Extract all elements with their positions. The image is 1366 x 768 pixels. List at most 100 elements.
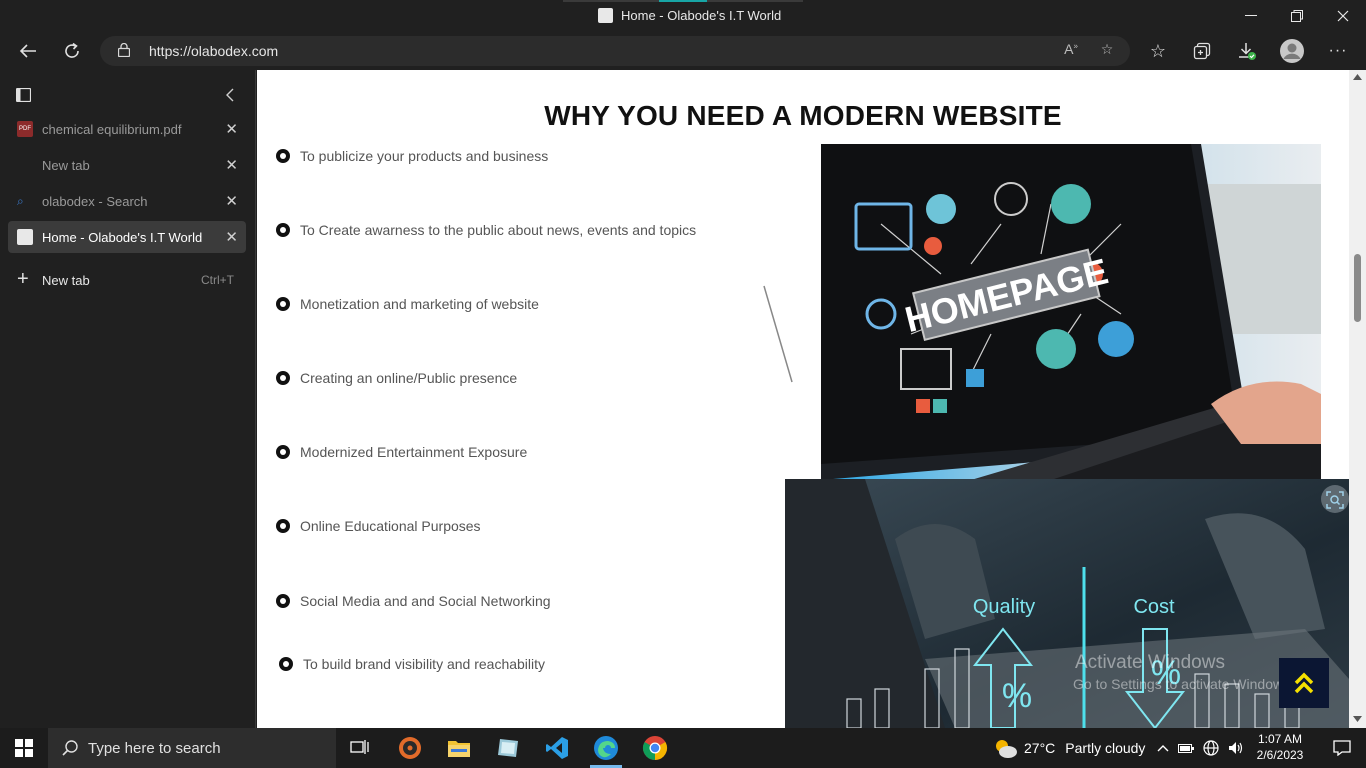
list-item-text: To build brand visibility and reachabili… <box>303 656 546 672</box>
refresh-button[interactable] <box>54 32 90 70</box>
scroll-up-icon[interactable] <box>1353 74 1362 80</box>
minimize-icon <box>1245 15 1257 16</box>
tab-chemical-equilibrium[interactable]: PDF chemical equilibrium.pdf ✕ <box>8 113 246 145</box>
add-favorite-icon[interactable]: ☆ <box>1096 41 1118 61</box>
collections-button[interactable] <box>1184 32 1220 70</box>
close-tab-icon[interactable]: ✕ <box>225 192 238 210</box>
bullet-icon <box>276 149 290 163</box>
decorative-line <box>763 285 793 383</box>
back-arrow-icon <box>19 44 36 58</box>
tab-label: New tab <box>42 157 90 173</box>
bullet-icon <box>276 594 290 608</box>
taskbar-file-explorer[interactable] <box>435 728 483 768</box>
close-tab-icon[interactable]: ✕ <box>225 228 238 246</box>
close-window-button[interactable] <box>1320 0 1366 32</box>
list-item: Social Media and and Social Networking <box>276 593 551 609</box>
task-view-icon <box>350 740 369 754</box>
taskbar-edge[interactable] <box>582 728 630 768</box>
chevron-up-icon[interactable] <box>1157 744 1169 752</box>
list-item: To Create awarness to the public about n… <box>276 222 696 238</box>
tab-home-olabode[interactable]: Home - Olabode's I.T World ✕ <box>8 221 246 253</box>
tab-accent-line <box>563 0 803 2</box>
volume-icon[interactable] <box>1228 741 1244 755</box>
weather-description: Partly cloudy <box>1065 740 1146 756</box>
scroll-to-top-button[interactable] <box>1279 658 1329 708</box>
list-item: Modernized Entertainment Exposure <box>276 444 527 460</box>
close-tab-icon[interactable]: ✕ <box>225 120 238 138</box>
pdf-icon: PDF <box>17 121 33 137</box>
weather-widget[interactable]: 27°C Partly cloudy <box>992 728 1145 768</box>
battery-icon[interactable] <box>1178 742 1194 754</box>
start-button[interactable] <box>0 728 48 768</box>
scrollbar-thumb[interactable] <box>1354 254 1361 322</box>
new-tab-page-icon <box>17 157 33 173</box>
site-favicon <box>17 229 33 245</box>
network-globe-icon[interactable] <box>1203 740 1219 756</box>
page-scrollbar[interactable] <box>1349 70 1366 728</box>
taskbar-search-placeholder: Type here to search <box>88 739 221 757</box>
notes-app-icon <box>498 739 518 757</box>
taskbar-chrome[interactable] <box>631 728 679 768</box>
restore-icon <box>1291 10 1303 22</box>
new-tab-button[interactable]: + New tab Ctrl+T <box>8 264 246 296</box>
list-item: Monetization and marketing of website <box>276 296 539 312</box>
task-view-button[interactable] <box>336 728 384 768</box>
refresh-icon <box>65 42 79 58</box>
taskbar-vscode[interactable] <box>533 728 581 768</box>
plus-icon: + <box>17 268 29 290</box>
media-player-icon <box>399 737 421 759</box>
homepage-laptop-image: HOMEPAGE <box>821 144 1321 480</box>
profile-button[interactable] <box>1274 32 1310 70</box>
new-tab-label: New tab <box>42 272 90 288</box>
list-item-text: Social Media and and Social Networking <box>300 593 551 609</box>
collections-icon <box>1193 42 1211 60</box>
clock[interactable]: 1:07 AM 2/6/2023 <box>1252 731 1308 763</box>
taskbar-search-box[interactable]: Type here to search <box>48 728 336 768</box>
system-tray <box>1157 728 1244 768</box>
list-item-text: Online Educational Purposes <box>300 518 481 534</box>
lock-icon <box>118 43 130 57</box>
double-chevron-up-icon <box>1294 672 1314 694</box>
tab-new-tab[interactable]: New tab ✕ <box>8 149 246 181</box>
restore-button[interactable] <box>1274 0 1320 32</box>
bullet-icon <box>276 445 290 459</box>
percent-left: % <box>1002 677 1032 715</box>
more-dots-icon: ··· <box>1328 42 1348 59</box>
list-item-text: To Create awarness to the public about n… <box>300 222 697 238</box>
visual-search-icon[interactable] <box>1326 491 1344 509</box>
collapse-pane-icon[interactable] <box>225 88 235 102</box>
bullet-icon <box>276 297 290 311</box>
taskbar-media-player[interactable] <box>386 728 434 768</box>
close-tab-icon[interactable]: ✕ <box>225 156 238 174</box>
web-page-content: WHY YOU NEED A MODERN WEBSITE To publici… <box>257 70 1349 728</box>
favorites-button[interactable]: ☆ <box>1140 32 1176 70</box>
downloads-button[interactable] <box>1229 32 1265 70</box>
windows-taskbar: Type here to search 27°C Partly cloudy 1… <box>0 728 1366 768</box>
bullet-icon <box>276 223 290 237</box>
address-bar[interactable]: https://olabodex.com A» ☆ <box>100 36 1130 66</box>
list-item: Online Educational Purposes <box>276 518 481 534</box>
bullet-icon <box>276 519 290 533</box>
taskbar-app-notes[interactable] <box>484 728 532 768</box>
settings-more-button[interactable]: ··· <box>1320 32 1356 70</box>
url-text: https://olabodex.com <box>149 43 279 59</box>
back-button[interactable] <box>10 32 46 70</box>
clock-date: 2/6/2023 <box>1256 748 1304 762</box>
close-icon <box>1337 10 1349 22</box>
new-tab-shortcut: Ctrl+T <box>201 273 234 287</box>
tab-olabodex-search[interactable]: ⌕ olabodex - Search ✕ <box>8 185 246 217</box>
browser-toolbar: https://olabodex.com A» ☆ ☆ ··· <box>0 32 1366 70</box>
scroll-down-icon[interactable] <box>1353 716 1362 722</box>
read-aloud-icon[interactable]: A» <box>1060 41 1082 61</box>
folder-icon <box>448 741 470 757</box>
list-item: Creating an online/Public presence <box>276 370 517 386</box>
list-item-text: Modernized Entertainment Exposure <box>300 444 528 460</box>
cost-label: Cost <box>1133 596 1175 618</box>
site-favicon-icon <box>598 8 613 23</box>
activate-windows-subtitle: Go to Settings to activate Windows. <box>1073 676 1294 692</box>
minimize-button[interactable] <box>1228 0 1274 32</box>
tab-actions-icon[interactable] <box>16 88 31 102</box>
vertical-tabs-pane: PDF chemical equilibrium.pdf ✕ New tab ✕… <box>0 70 256 728</box>
section-heading: WHY YOU NEED A MODERN WEBSITE <box>544 100 1062 131</box>
notification-center-button[interactable] <box>1318 728 1366 768</box>
